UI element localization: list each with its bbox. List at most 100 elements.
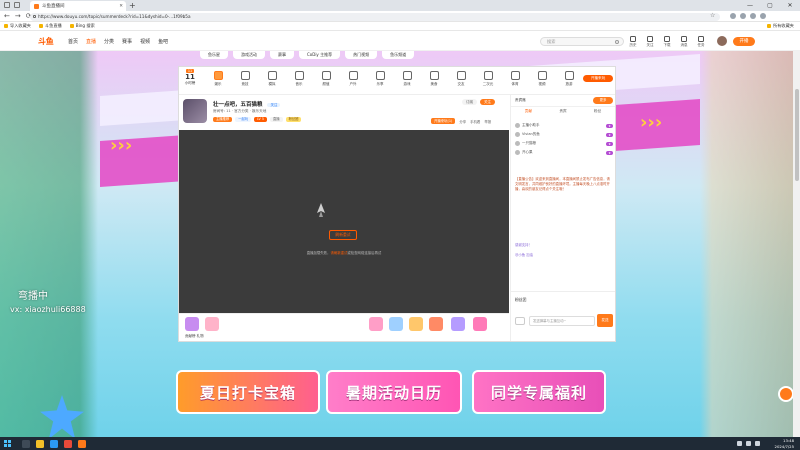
bookmark-item[interactable]: 导入收藏夹 [4,23,31,29]
activity-tab[interactable]: 游戏活动 [233,51,265,59]
activity-tab[interactable]: 赛事 [270,51,294,59]
minimize-icon[interactable]: — [740,0,760,11]
volume-icon[interactable] [746,441,751,446]
category-tool[interactable]: 乐享 [369,71,391,87]
category-tool[interactable]: 户外 [342,71,364,87]
favorite-star-icon[interactable]: ☆ [710,12,715,19]
workspace-icon[interactable] [4,2,10,8]
page-scrollbar[interactable] [793,51,800,437]
category-tool[interactable]: 体育 [504,71,526,87]
nav-item[interactable]: 直播 [86,38,96,45]
gift-icon[interactable] [185,317,199,331]
settings-menu-icon[interactable] [760,13,766,19]
category-tool[interactable]: 视频 [531,71,553,87]
site-logo[interactable]: 斗鱼 [38,36,54,47]
tab-list-icon[interactable] [14,2,20,8]
nav-item[interactable]: 赛事 [122,38,132,45]
list-item[interactable]: 一只猫粮 ★ [515,139,613,148]
room-tag[interactable]: 粉丝团 [285,117,302,122]
activity-tab[interactable]: CoDiy 主推荐 [299,51,341,59]
nav-item[interactable]: 鱼吧 [158,38,168,45]
category-tool[interactable]: 颜值 [315,71,337,87]
profile-icon[interactable] [750,13,756,19]
task-button[interactable]: 任务 [696,36,706,48]
open-live-card-button[interactable]: 开播来玩 [583,75,613,82]
fans-club-label[interactable]: 粉丝团 [515,297,526,303]
gift-icon[interactable] [389,317,403,331]
category-tool[interactable]: 美食 [423,71,445,87]
back-icon[interactable]: ← [4,12,10,20]
scrollbar-thumb[interactable] [794,89,799,181]
refresh-retry-button[interactable]: 刷新重试 [329,230,357,240]
close-window-icon[interactable]: ✕ [780,0,800,11]
follow-button[interactable]: 关注 [480,99,495,105]
app-taskbar-icon[interactable] [78,439,86,448]
follow-button[interactable]: 关注 [645,36,655,48]
url-input[interactable]: https://www.douyu.com/topic/summerdeck?r… [30,12,720,21]
room-pill[interactable]: 关注 [267,103,281,107]
search-icon[interactable] [615,39,619,44]
avatar[interactable] [717,36,727,46]
battery-icon[interactable] [755,441,760,446]
gift-icon[interactable] [205,317,219,331]
download-button[interactable]: 下载 [662,36,672,48]
gift-icon[interactable] [429,317,443,331]
nav-item[interactable]: 视频 [140,38,150,45]
edge-browser-icon[interactable] [50,439,58,448]
hour-rank-badge[interactable]: 11 11 小时榜 [181,69,199,91]
all-bookmarks[interactable]: 所有收藏夹 [767,23,794,29]
banner-activity-calendar[interactable]: 暑期活动日历 [326,370,462,414]
history-button[interactable]: 历史 [628,36,638,48]
panel-top-label[interactable]: 贵宾席 [515,98,526,103]
close-tab-icon[interactable]: ✕ [119,4,123,9]
banner-student-benefits[interactable]: 同学专属福利 [472,370,606,414]
floating-service-button[interactable] [778,386,794,402]
video-player[interactable]: 刷新重试 直播加载失败，请刷新重试或检查网络连接后再试 [179,130,509,313]
nav-item[interactable]: 首页 [68,38,78,45]
browser-tab[interactable]: 斗鱼直播间 ✕ [30,1,126,11]
send-button[interactable]: 发送 [597,314,613,327]
category-tool[interactable]: 娱乐 [207,71,229,87]
room-tag[interactable]: 一起玩 [235,117,252,122]
forward-icon[interactable]: → [15,12,21,20]
file-explorer-icon[interactable] [36,439,44,448]
category-tool[interactable]: 交友 [450,71,472,87]
list-item[interactable]: 主播小助手 ★ [515,121,613,130]
open-live-button[interactable]: 开播 [733,37,755,46]
bookmark-item[interactable]: 斗鱼直播 [38,23,62,29]
windows-start-icon[interactable] [4,440,11,447]
extension-icon[interactable] [730,13,736,19]
nav-item[interactable]: 分类 [104,38,114,45]
panel-tab[interactable]: 贡献 [525,109,532,114]
search-taskbar-icon[interactable] [22,439,30,448]
room-tag[interactable]: 主播推荐 [213,117,233,122]
banner-checkin-box[interactable]: 夏日打卡宝箱 [176,370,320,414]
gift-icon[interactable] [473,317,487,331]
bookmark-item[interactable]: Bing 搜索 [69,23,95,29]
subscribe-button[interactable]: 订阅 [462,99,477,105]
gift-icon[interactable] [409,317,423,331]
app-taskbar-icon[interactable] [64,439,72,448]
list-item[interactable]: 开心果 ★ [515,148,613,157]
chat-input[interactable]: 发送弹幕与主播互动~ [529,316,595,326]
network-icon[interactable] [737,441,742,446]
activity-tab[interactable]: 鱼乐频道 [382,51,415,59]
activity-tab[interactable]: 鱼乐星 [200,51,228,59]
category-tool[interactable]: 旅游 [558,71,580,87]
streamer-avatar[interactable] [183,99,207,123]
site-search-input[interactable]: 搜索 [540,37,624,46]
gift-icon[interactable] [369,317,383,331]
activity-tab[interactable]: 热门视频 [345,51,378,59]
panel-more-button[interactable]: 更多 [593,97,613,104]
category-tool[interactable]: 模拟 [261,71,283,87]
gift-icon[interactable] [451,317,465,331]
clock[interactable]: 13:48 2024/7/25 [775,438,794,449]
list-item[interactable]: Vivian的鱼 ★ [515,130,613,139]
mobile-watch-button[interactable]: 手机看 [470,119,480,124]
message-button[interactable]: 消息 [679,36,689,48]
panel-tab[interactable]: 贵宾 [559,109,566,114]
category-tool[interactable]: 游戏 [396,71,418,87]
maximize-icon[interactable]: ▢ [760,0,780,11]
new-tab-icon[interactable]: + [129,1,136,10]
panel-tab[interactable]: 粉丝 [594,109,601,114]
